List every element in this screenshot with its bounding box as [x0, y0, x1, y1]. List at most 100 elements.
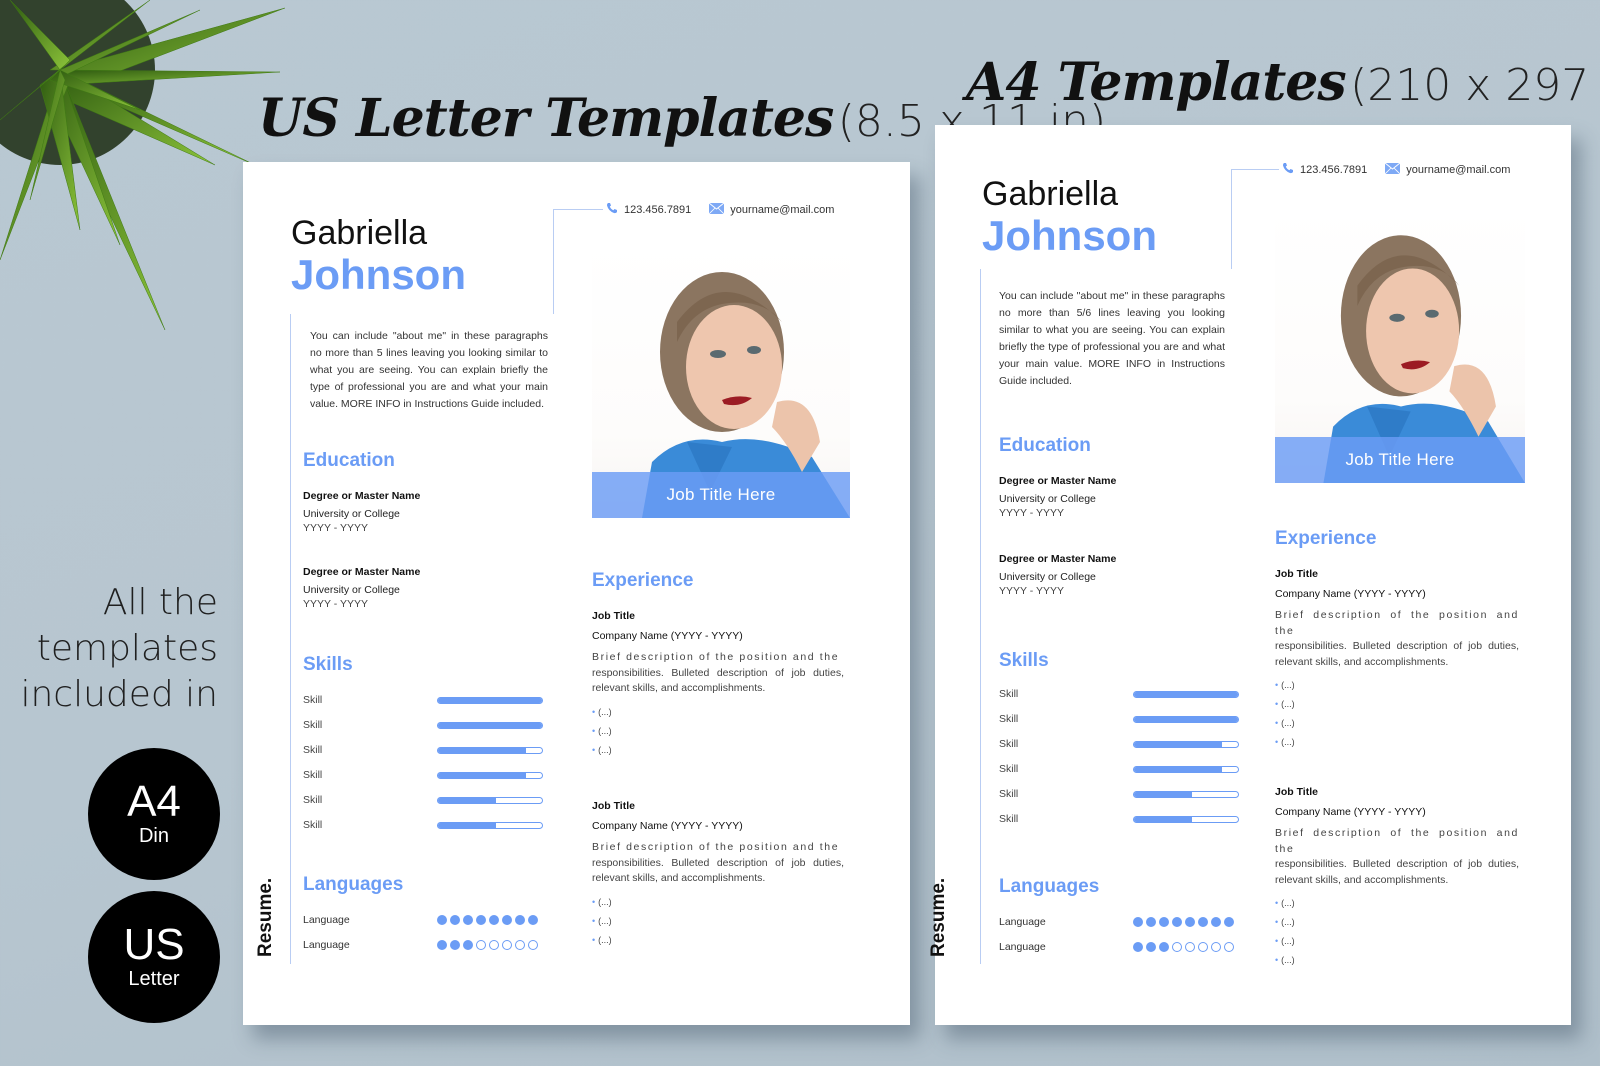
education-item: Degree or Master Name University or Coll… — [999, 475, 1116, 519]
degree-name: Degree or Master Name — [999, 475, 1117, 487]
skill-level-fill — [438, 797, 497, 803]
bullet-item: • (...) — [1275, 714, 1519, 733]
language-label: Language — [999, 916, 1046, 928]
rating-dot-filled — [450, 915, 460, 925]
job-description: Brief description of the position and th… — [592, 650, 844, 697]
skill-row: Skill — [999, 713, 1239, 725]
language-label: Language — [303, 914, 350, 926]
promo-line: All the — [102, 582, 218, 623]
job-title: Job Title — [592, 800, 635, 812]
skill-row: Skill — [999, 688, 1239, 700]
rating-dot-filled — [437, 940, 447, 950]
skill-level-fill — [1134, 691, 1238, 697]
language-row: Language — [303, 939, 538, 951]
rating-dot-filled — [1133, 917, 1143, 927]
skill-level-bar — [1133, 715, 1239, 723]
bullet-text: (...) — [598, 725, 612, 736]
company-name: Company Name (YYYY - YYYY) — [1275, 806, 1426, 818]
school-name: University or College — [303, 584, 400, 596]
rating-dot-filled — [502, 915, 512, 925]
skills-heading: Skills — [303, 654, 353, 675]
rating-dot-empty — [1198, 942, 1208, 952]
skill-label: Skill — [999, 713, 1019, 725]
rating-dot-filled — [476, 915, 486, 925]
rating-dot-filled — [489, 915, 499, 925]
skill-row: Skill — [999, 813, 1239, 825]
degree-name: Degree or Master Name — [999, 553, 1117, 565]
skill-label: Skill — [303, 769, 323, 781]
school-name: University or College — [999, 493, 1096, 505]
company-name: Company Name (YYYY - YYYY) — [1275, 588, 1426, 600]
bullet-text: (...) — [1281, 917, 1295, 927]
email-address: yourname@mail.com — [1406, 163, 1511, 176]
bullet-dot-icon: • — [592, 934, 596, 945]
skill-level-fill — [1134, 741, 1223, 747]
bullet-dot-icon: • — [1275, 718, 1279, 728]
skill-row: Skill — [303, 769, 543, 781]
rating-dot-empty — [476, 940, 486, 950]
last-name: Johnson — [982, 212, 1157, 259]
bullet-item: • (...) — [1275, 913, 1519, 932]
skill-level-fill — [1134, 766, 1223, 772]
skill-level-fill — [438, 822, 497, 828]
bullet-list: • (...) • (...) • (...) — [592, 703, 844, 760]
a4-din-badge: A4 Din — [88, 748, 220, 880]
rating-dot-filled — [1224, 917, 1234, 927]
skill-level-bar — [1133, 690, 1239, 698]
skills-heading: Skills — [999, 650, 1049, 671]
bullet-dot-icon: • — [592, 706, 596, 717]
education-item: Degree or Master Name University or Coll… — [999, 553, 1116, 597]
language-rating-dots — [1133, 917, 1234, 927]
bullet-item: • (...) — [592, 722, 844, 741]
company-name: Company Name (YYYY - YYYY) — [592, 820, 743, 832]
bullet-dot-icon: • — [1275, 737, 1279, 747]
phone-number: 123.456.7891 — [1300, 163, 1368, 176]
badge-main-text: US — [123, 920, 185, 969]
job-title-banner: Job Title Here — [1275, 437, 1525, 483]
education-years: YYYY - YYYY — [303, 522, 368, 534]
description-text: responsibilities. Bulleted description o… — [1275, 858, 1519, 886]
rating-dot-empty — [528, 940, 538, 950]
header-divider-line — [1231, 169, 1232, 269]
bullet-item: • (...) — [592, 893, 844, 912]
bullet-text: (...) — [1281, 680, 1295, 690]
bullet-item: • (...) — [592, 703, 844, 722]
rating-dot-filled — [1172, 917, 1182, 927]
skill-level-bar — [1133, 765, 1239, 773]
rating-dot-filled — [463, 915, 473, 925]
description-text: responsibilities. Bulleted description o… — [1275, 640, 1519, 668]
a4-heading: A4 Templates (210 x 297 mm) — [966, 52, 1600, 113]
bullet-item: • (...) — [1275, 695, 1519, 714]
education-item: Degree or Master Name University or Coll… — [303, 566, 420, 610]
description-line: Brief description of the position and th… — [592, 841, 840, 853]
envelope-icon — [1384, 162, 1401, 177]
experience-item: Job Title Company Name (YYYY - YYYY) Bri… — [1275, 568, 1519, 752]
rating-dot-filled — [450, 940, 460, 950]
skill-label: Skill — [303, 794, 323, 806]
rating-dot-filled — [528, 915, 538, 925]
job-description: Brief description of the position and th… — [592, 840, 844, 887]
rating-dot-empty — [502, 940, 512, 950]
skill-level-fill — [438, 772, 527, 778]
bullet-list: • (...) • (...) • (...) — [592, 893, 844, 950]
experience-heading: Experience — [592, 570, 694, 591]
contact-info: 123.456.7891 yourname@mail.com — [1282, 162, 1510, 177]
languages-heading: Languages — [999, 876, 1100, 897]
bullet-list: • (...) • (...) • (...) • (...) — [1275, 676, 1519, 752]
bullet-text: (...) — [1281, 936, 1295, 946]
header-divider-line — [553, 209, 554, 314]
contact-connector-line — [1231, 169, 1279, 170]
skill-level-bar — [1133, 740, 1239, 748]
education-item: Degree or Master Name University or Coll… — [303, 490, 420, 534]
us-letter-resume-page: Gabriella Johnson 123.456.7891 yourname@… — [243, 162, 910, 1025]
rating-dot-empty — [1172, 942, 1182, 952]
experience-item: Job Title Company Name (YYYY - YYYY) Bri… — [1275, 786, 1519, 970]
first-name: Gabriella — [291, 214, 428, 252]
bullet-dot-icon: • — [592, 896, 596, 907]
description-line: Brief description of the position and th… — [592, 651, 840, 663]
profile-photo: Job Title Here — [1275, 205, 1525, 483]
school-name: University or College — [303, 508, 400, 520]
phone-icon — [1282, 162, 1294, 177]
skill-level-bar — [437, 696, 543, 704]
name-block: Gabriella Johnson — [982, 175, 1157, 258]
